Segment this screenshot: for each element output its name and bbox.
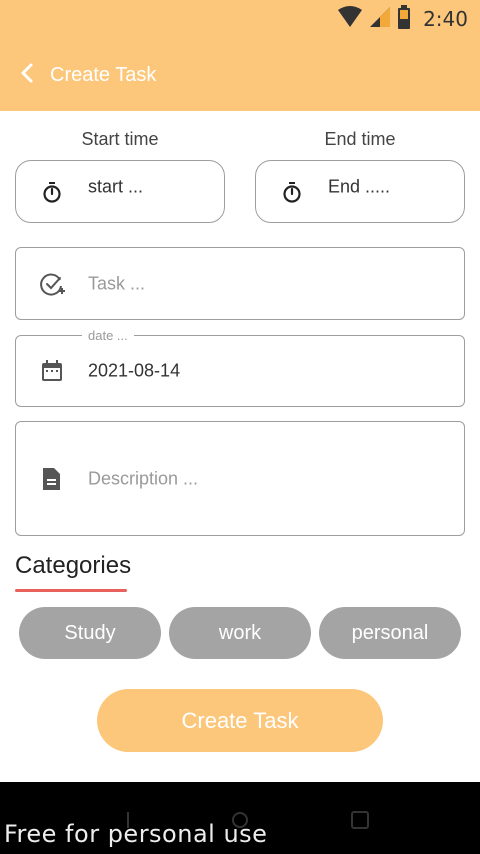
status-bar: 2:40 <box>337 4 468 34</box>
start-time-label: Start time <box>81 129 159 149</box>
categories-underline <box>15 589 127 592</box>
date-field[interactable]: date ... 2021-08-14 <box>15 328 465 407</box>
start-time-placeholder: start ... <box>88 176 144 197</box>
calendar-icon <box>40 359 64 383</box>
status-time: 2:40 <box>423 7 468 31</box>
battery-icon <box>397 4 411 34</box>
task-placeholder: Task ... <box>88 273 146 293</box>
categories-title: Categories <box>15 552 132 579</box>
watermark-text: Free for personal use <box>4 820 268 848</box>
app-bar: 2:40 Create Task <box>0 0 480 111</box>
end-time-placeholder: End ..... <box>328 176 391 197</box>
document-icon <box>40 467 64 491</box>
timer-icon <box>40 180 64 204</box>
description-input[interactable]: Description ... <box>15 421 465 536</box>
end-time-label: End time <box>324 129 396 149</box>
description-placeholder: Description ... <box>88 468 199 488</box>
wifi-icon <box>337 5 363 33</box>
date-legend: date ... <box>82 328 134 343</box>
create-task-button[interactable]: Create Task <box>97 689 383 752</box>
add-task-icon <box>40 272 65 296</box>
nav-recents-icon[interactable] <box>350 810 370 835</box>
date-value: 2021-08-14 <box>88 360 181 381</box>
category-chip-work[interactable]: work <box>169 607 311 659</box>
task-input[interactable]: Task ... <box>15 247 465 320</box>
back-arrow-icon[interactable] <box>18 62 36 89</box>
timer-icon <box>280 180 304 204</box>
page-title: Create Task <box>50 63 157 86</box>
signal-icon <box>369 6 391 33</box>
category-chip-study[interactable]: Study <box>19 607 161 659</box>
start-time-field[interactable]: start ... <box>15 160 225 223</box>
end-time-field[interactable]: End ..... <box>255 160 465 223</box>
category-chip-personal[interactable]: personal <box>319 607 461 659</box>
